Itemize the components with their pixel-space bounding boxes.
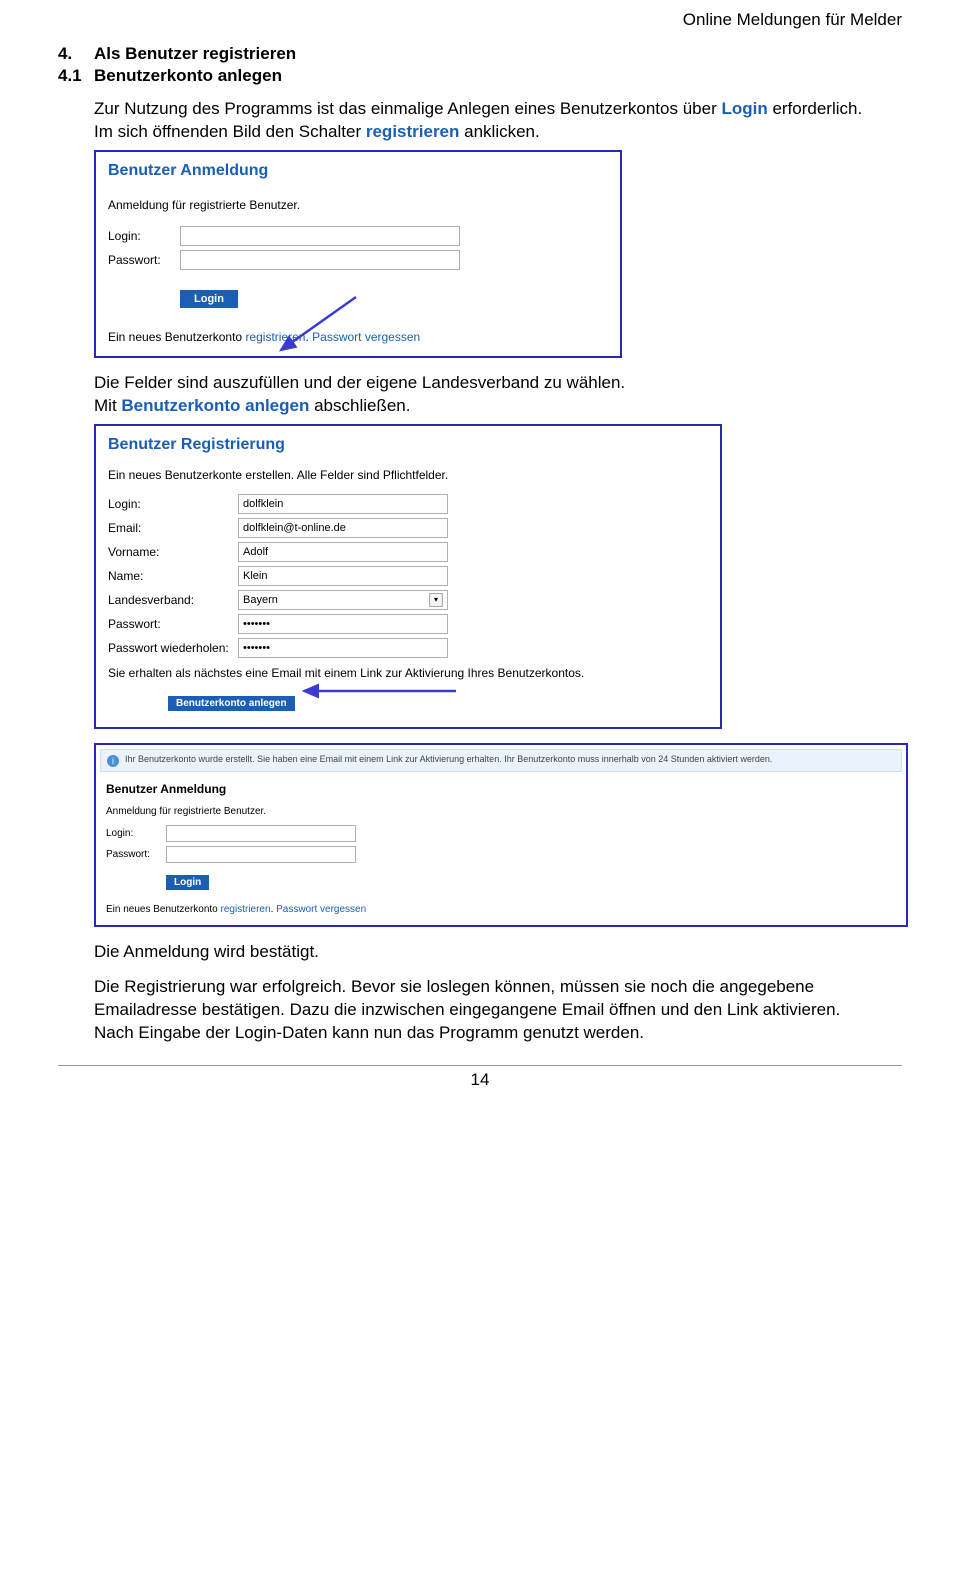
shot2-login-label: Login: bbox=[108, 497, 238, 511]
section-4-title: Als Benutzer registrieren bbox=[94, 44, 296, 64]
footer: 14 bbox=[58, 1065, 902, 1090]
info-text: Ihr Benutzerkonto wurde erstellt. Sie ha… bbox=[125, 754, 772, 767]
shot2-note: Sie erhalten als nächstes eine Email mit… bbox=[108, 666, 708, 680]
shot1-password-input[interactable] bbox=[180, 250, 460, 270]
shot2-pw2-input[interactable] bbox=[238, 638, 448, 658]
shot3-desc: Anmeldung für registrierte Benutzer. bbox=[106, 806, 896, 817]
shot1-register-link[interactable]: registrieren bbox=[245, 330, 305, 344]
p4b: abschließen. bbox=[309, 396, 410, 415]
info-icon: i bbox=[107, 755, 119, 767]
shot2-title: Benutzer Registrierung bbox=[108, 436, 708, 454]
p6: Die Registrierung war erfolgreich. Bevor… bbox=[94, 977, 840, 1019]
paragraph-3-4: Die Felder sind auszufüllen und der eige… bbox=[94, 372, 902, 418]
p1-login-word: Login bbox=[721, 99, 767, 118]
section-4-1: 4.1 Benutzerkonto anlegen bbox=[58, 66, 902, 86]
paragraph-6-7: Die Registrierung war erfolgreich. Bevor… bbox=[94, 976, 902, 1045]
chevron-down-icon: ▾ bbox=[429, 593, 443, 607]
footer-page-num: 14 bbox=[471, 1070, 490, 1089]
shot2-login-input[interactable] bbox=[238, 494, 448, 514]
shot3-login-label: Login: bbox=[106, 828, 166, 839]
section-4-num: 4. bbox=[58, 44, 94, 64]
shot1-forgot-link[interactable]: Passwort vergessen bbox=[312, 330, 420, 344]
shot3-login-input[interactable] bbox=[166, 825, 356, 842]
screenshot-confirm: i Ihr Benutzerkonto wurde erstellt. Sie … bbox=[94, 743, 908, 927]
p2b: anklicken. bbox=[459, 122, 539, 141]
p2-reg-word: registrieren bbox=[366, 122, 460, 141]
shot2-lv-label: Landesverband: bbox=[108, 593, 238, 607]
shot3-register-link[interactable]: registrieren bbox=[221, 904, 271, 915]
shot2-desc: Ein neues Benutzerkonte erstellen. Alle … bbox=[108, 468, 708, 482]
shot2-lv-value: Bayern bbox=[243, 594, 278, 606]
shot2-email-label: Email: bbox=[108, 521, 238, 535]
section-4-1-num: 4.1 bbox=[58, 66, 94, 86]
shot2-pw2-label: Passwort wiederholen: bbox=[108, 641, 238, 655]
p3: Die Felder sind auszufüllen und der eige… bbox=[94, 373, 625, 392]
shot2-email-input[interactable] bbox=[238, 518, 448, 538]
shot3-password-label: Passwort: bbox=[106, 849, 166, 860]
shot2-submit-button[interactable]: Benutzerkonto anlegen bbox=[168, 696, 295, 711]
p7: Nach Eingabe der Login-Daten kann nun da… bbox=[94, 1023, 644, 1042]
shot2-vorname-input[interactable] bbox=[238, 542, 448, 562]
shot1-title: Benutzer Anmeldung bbox=[108, 162, 608, 180]
shot1-login-button[interactable]: Login bbox=[180, 290, 238, 308]
screenshot-login: Benutzer Anmeldung Anmeldung für registr… bbox=[94, 150, 622, 358]
p2a: Im sich öffnenden Bild den Schalter bbox=[94, 122, 366, 141]
p4-bk-word: Benutzerkonto anlegen bbox=[121, 396, 309, 415]
paragraph-1: Zur Nutzung des Programms ist das einmal… bbox=[94, 98, 902, 144]
shot3-reg-prefix: Ein neues Benutzerkonto bbox=[106, 904, 221, 915]
p1a: Zur Nutzung des Programms ist das einmal… bbox=[94, 99, 721, 118]
shot1-login-label: Login: bbox=[108, 229, 180, 243]
section-4-1-title: Benutzerkonto anlegen bbox=[94, 66, 282, 86]
shot1-desc: Anmeldung für registrierte Benutzer. bbox=[108, 198, 608, 212]
shot2-lv-select[interactable]: Bayern ▾ bbox=[238, 590, 448, 610]
shot2-name-input[interactable] bbox=[238, 566, 448, 586]
screenshot-register: Benutzer Registrierung Ein neues Benutze… bbox=[94, 424, 722, 729]
header-right-text: Online Meldungen für Melder bbox=[58, 10, 902, 30]
paragraph-5: Die Anmeldung wird bestätigt. bbox=[94, 941, 902, 964]
shot3-login-button[interactable]: Login bbox=[166, 875, 209, 890]
section-4: 4. Als Benutzer registrieren bbox=[58, 44, 902, 64]
shot2-pw-input[interactable] bbox=[238, 614, 448, 634]
shot3-title: Benutzer Anmeldung bbox=[106, 782, 896, 796]
shot2-vorname-label: Vorname: bbox=[108, 545, 238, 559]
shot2-name-label: Name: bbox=[108, 569, 238, 583]
shot1-login-input[interactable] bbox=[180, 226, 460, 246]
info-box: i Ihr Benutzerkonto wurde erstellt. Sie … bbox=[100, 749, 902, 772]
p4a: Mit bbox=[94, 396, 121, 415]
shot3-forgot-link[interactable]: Passwort vergessen bbox=[276, 904, 366, 915]
shot1-password-label: Passwort: bbox=[108, 253, 180, 267]
p1b: erforderlich. bbox=[768, 99, 862, 118]
shot2-pw-label: Passwort: bbox=[108, 617, 238, 631]
shot1-reg-prefix: Ein neues Benutzerkonto bbox=[108, 330, 245, 344]
shot3-password-input[interactable] bbox=[166, 846, 356, 863]
